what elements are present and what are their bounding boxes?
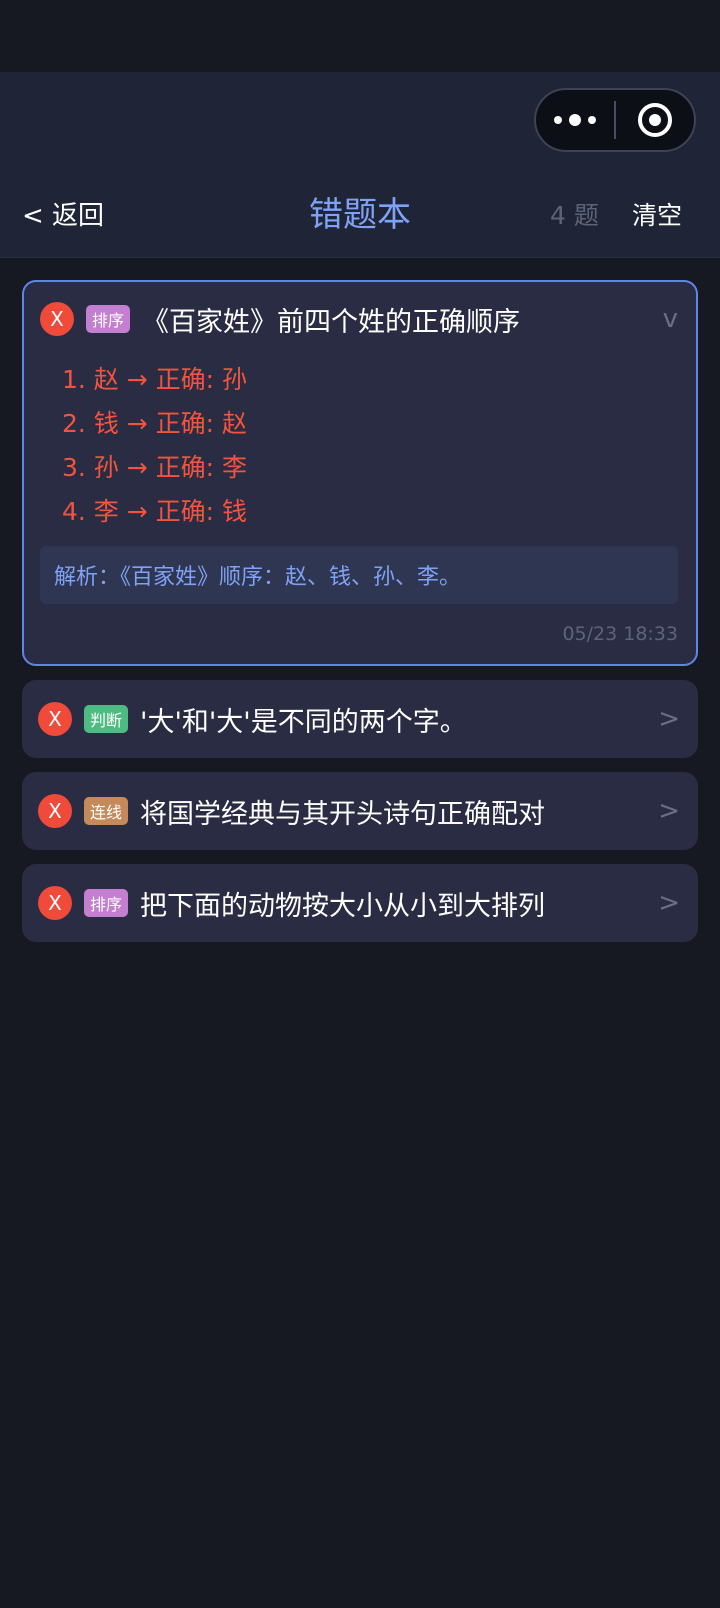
- mini-program-capsule: [534, 88, 696, 152]
- type-badge: 判断: [84, 705, 129, 733]
- chevron-right-icon[interactable]: >: [658, 888, 680, 918]
- nav-bar: < 返回 错题本 4 题 清空: [0, 184, 720, 250]
- chevron-right-icon[interactable]: >: [658, 796, 680, 826]
- analysis-box: 解析：《百家姓》顺序：赵、钱、孙、李。: [40, 546, 678, 604]
- question-card-header[interactable]: X 连线 将国学经典与其开头诗句正确配对 >: [22, 772, 698, 850]
- question-card-header[interactable]: X 判断 '大'和'大'是不同的两个字。 >: [22, 680, 698, 758]
- target-icon[interactable]: [616, 90, 694, 150]
- chevron-right-icon[interactable]: >: [658, 704, 680, 734]
- question-text: 将国学经典与其开头诗句正确配对: [140, 798, 546, 830]
- page-title: 错题本: [309, 195, 411, 235]
- more-dots-icon[interactable]: [536, 90, 614, 150]
- header: < 返回 错题本 4 题 清空: [0, 72, 720, 258]
- question-text: '大'和'大'是不同的两个字。: [140, 706, 467, 738]
- wrong-mark-icon: X: [38, 794, 72, 828]
- type-badge: 连线: [84, 797, 129, 825]
- status-bar: [0, 0, 720, 72]
- clear-button[interactable]: 清空: [632, 196, 682, 236]
- question-card[interactable]: X 排序 把下面的动物按大小从小到大排列 >: [22, 864, 698, 942]
- question-card-header[interactable]: X 排序 把下面的动物按大小从小到大排列 >: [22, 864, 698, 942]
- answer-line: 1. 赵 → 正确: 孙: [62, 365, 248, 394]
- wrong-mark-icon: X: [38, 886, 72, 920]
- answer-line: 2. 钱 → 正确: 赵: [62, 409, 248, 438]
- question-card[interactable]: X 连线 将国学经典与其开头诗句正确配对 >: [22, 772, 698, 850]
- type-badge: 排序: [84, 889, 129, 917]
- wrong-question-list: X 排序 《百家姓》前四个姓的正确顺序 v 1. 赵 → 正确: 孙 2. 钱 …: [22, 280, 698, 956]
- question-card[interactable]: X 判断 '大'和'大'是不同的两个字。 >: [22, 680, 698, 758]
- answer-line: 3. 孙 → 正确: 李: [62, 453, 248, 482]
- question-card-header[interactable]: X 排序 《百家姓》前四个姓的正确顺序 v: [40, 282, 678, 356]
- question-text: 把下面的动物按大小从小到大排列: [140, 890, 546, 922]
- chevron-down-icon[interactable]: v: [663, 304, 678, 334]
- question-count: 4 题: [550, 201, 599, 230]
- answer-line: 4. 李 → 正确: 钱: [62, 497, 248, 526]
- answer-list: 1. 赵 → 正确: 孙 2. 钱 → 正确: 赵 3. 孙 → 正确: 李 4…: [40, 358, 678, 534]
- type-badge: 排序: [86, 305, 131, 333]
- back-button[interactable]: < 返回: [22, 196, 104, 236]
- wrong-mark-icon: X: [38, 702, 72, 736]
- timestamp: 05/23 18:33: [562, 623, 678, 645]
- question-card-expanded[interactable]: X 排序 《百家姓》前四个姓的正确顺序 v 1. 赵 → 正确: 孙 2. 钱 …: [22, 280, 698, 666]
- question-text: 《百家姓》前四个姓的正确顺序: [142, 306, 521, 338]
- wrong-mark-icon: X: [40, 302, 74, 336]
